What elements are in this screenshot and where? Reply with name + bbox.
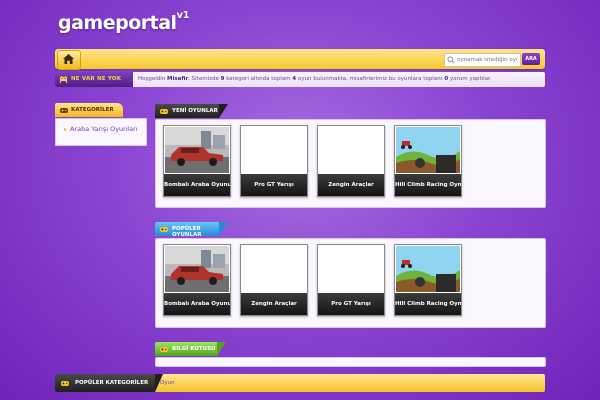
game-thumbnail (319, 127, 383, 173)
game-title: Zengin Araçlar (318, 174, 384, 196)
game-card[interactable]: Pro GT Yarışı (240, 125, 308, 197)
gamepad-icon (160, 347, 168, 352)
search-button[interactable]: ARA (522, 53, 540, 65)
search-icon (447, 56, 455, 64)
popular-categories-tab: POPÜLER KATEGORİLER (55, 374, 163, 392)
game-card[interactable]: Zengin Araçlar (240, 244, 308, 316)
categories-title: KATEGORİLER (71, 107, 114, 113)
popular-games-title: POPÜLER OYUNLAR (172, 226, 202, 238)
gamepad-icon (160, 109, 168, 114)
invader-icon (60, 76, 67, 83)
new-games-panel: Bombalı Araba Oyunu Pro GT Yarışı Zengin… (155, 119, 546, 208)
game-thumbnail (396, 246, 460, 292)
game-title: Hill Climb Racing Oyna (395, 293, 461, 315)
game-thumbnail (396, 127, 460, 173)
search-input[interactable] (457, 54, 517, 66)
logo-text: gameportal (58, 12, 177, 34)
home-button[interactable] (57, 50, 81, 70)
game-card[interactable]: Bombalı Araba Oyunu (163, 244, 231, 316)
game-title: Bombalı Araba Oyunu (164, 174, 230, 196)
gamepad-icon (60, 108, 68, 113)
sidebar-item-araba-yarisi[interactable]: Araba Yarışı Oyunları (64, 125, 138, 133)
game-thumbnail (165, 127, 229, 173)
game-thumbnail (242, 127, 306, 173)
game-thumbnail (242, 246, 306, 292)
game-title: Pro GT Yarışı (241, 174, 307, 196)
game-card[interactable]: Bombalı Araba Oyunu (163, 125, 231, 197)
user-name: Misafir (167, 76, 189, 82)
new-games-title: YENİ OYUNLAR (172, 108, 218, 114)
popular-categories-title: POPÜLER KATEGORİLER (75, 380, 149, 386)
game-thumbnail (319, 246, 383, 292)
home-icon (63, 54, 74, 64)
news-label: NE VAR NE YOK (55, 72, 133, 87)
tab-popular-games: POPÜLER OYUNLAR (155, 222, 228, 238)
tab-new-games: YENİ OYUNLAR (155, 104, 228, 118)
game-title: Zengin Araçlar (241, 293, 307, 315)
info-box-title: BİLGİ KUTUSU (172, 346, 216, 352)
game-card[interactable]: Hill Climb Racing Oyna (394, 125, 462, 197)
info-box-panel (155, 357, 546, 367)
popular-category-link[interactable]: Oyun (160, 380, 175, 386)
categories-header: KATEGORİLER (55, 103, 123, 117)
categories-list: Araba Yarışı Oyunları (55, 118, 147, 146)
search-box[interactable] (444, 53, 521, 67)
game-title: Bombalı Araba Oyunu (164, 293, 230, 315)
gamepad-icon (160, 227, 168, 232)
game-title: Pro GT Yarışı (318, 293, 384, 315)
news-label-text: NE VAR NE YOK (71, 76, 122, 82)
game-card[interactable]: Hill Climb Racing Oyna (394, 244, 462, 316)
welcome-text: Hoşgeldin Misafir, Sitemizde 9 kategori … (138, 76, 492, 82)
game-card[interactable]: Pro GT Yarışı (317, 244, 385, 316)
popular-games-panel: Bombalı Araba Oyunu Zengin Araçlar Pro G… (155, 238, 546, 328)
game-thumbnail (165, 246, 229, 292)
gamepad-icon (61, 381, 69, 386)
tab-info-box: BİLGİ KUTUSU (155, 342, 226, 356)
logo-version: v1 (176, 10, 190, 21)
site-logo[interactable]: gameportalv1 (58, 10, 190, 34)
game-title: Hill Climb Racing Oyna (395, 174, 461, 196)
game-card[interactable]: Zengin Araçlar (317, 125, 385, 197)
